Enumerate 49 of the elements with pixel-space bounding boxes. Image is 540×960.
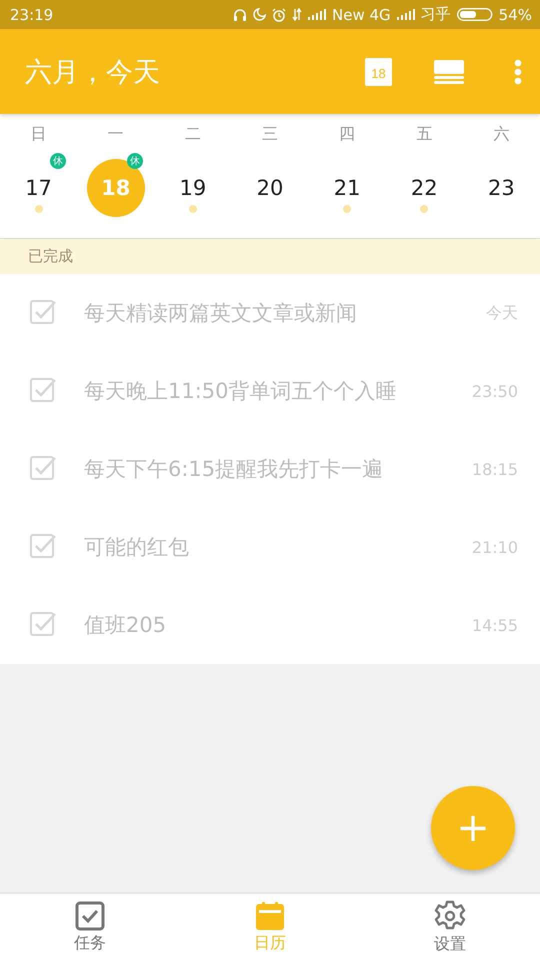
- checked-checkbox[interactable]: [30, 612, 56, 638]
- nav-tab[interactable]: 日历: [180, 894, 360, 960]
- holiday-badge: 休: [50, 153, 66, 169]
- weekday-label: 二: [184, 124, 202, 145]
- more-button[interactable]: [514, 58, 522, 84]
- day-button[interactable]: 19: [164, 159, 222, 217]
- checked-checkbox[interactable]: [30, 456, 56, 482]
- moon-icon: [253, 8, 266, 21]
- status-time: 23:19: [10, 6, 54, 24]
- day-button[interactable]: 22: [395, 159, 454, 217]
- network-label: New 4G: [332, 6, 391, 24]
- weekday-label: 日: [30, 124, 48, 145]
- nav-tab[interactable]: 设置: [360, 894, 540, 960]
- headphones-icon: [233, 8, 247, 22]
- carrier-label: 习乎: [420, 5, 451, 24]
- nav-tab[interactable]: 任务: [0, 894, 180, 960]
- day-button[interactable]: 23: [472, 159, 530, 217]
- calendar-icon: [255, 900, 285, 930]
- checked-checkbox[interactable]: [30, 534, 56, 560]
- signal-icon: [396, 9, 415, 20]
- add-button[interactable]: +: [431, 786, 515, 870]
- checked-checkbox[interactable]: [30, 378, 56, 404]
- month-title: 六月，今天: [25, 56, 161, 90]
- task-title[interactable]: 可能的红包: [84, 533, 472, 561]
- data-arrows-icon: [292, 8, 302, 21]
- day-button[interactable]: 21: [318, 159, 376, 217]
- section-title: 已完成: [28, 247, 73, 266]
- day-button[interactable]: 20: [240, 159, 299, 217]
- weekday-label: 五: [415, 124, 434, 145]
- battery-icon: [456, 8, 493, 21]
- today-button[interactable]: 18: [365, 58, 392, 86]
- checked-checkbox[interactable]: [30, 300, 56, 326]
- list-view-icon: [434, 60, 464, 84]
- task-title[interactable]: 每天精读两篇英文文章或新闻: [84, 299, 486, 327]
- view-toggle-button[interactable]: [434, 60, 464, 84]
- weekday-label: 六: [492, 124, 510, 145]
- settings-icon: [434, 900, 466, 932]
- task-title[interactable]: 值班205: [84, 611, 472, 639]
- task-title[interactable]: 每天下午6:15提醒我先打卡一遍: [84, 455, 472, 483]
- holiday-badge: 休: [127, 153, 144, 169]
- battery-percent: 54%: [498, 6, 532, 24]
- weekday-label: 一: [106, 124, 125, 145]
- weekday-label: 三: [260, 124, 279, 145]
- signal-icon: [308, 9, 326, 20]
- task-title[interactable]: 每天晚上11:50背单词五个个入睡: [84, 377, 472, 405]
- more-icon: [514, 58, 522, 84]
- alarm-icon: [272, 8, 286, 22]
- weekday-label: 四: [338, 124, 356, 145]
- checkbox-icon: [75, 900, 105, 930]
